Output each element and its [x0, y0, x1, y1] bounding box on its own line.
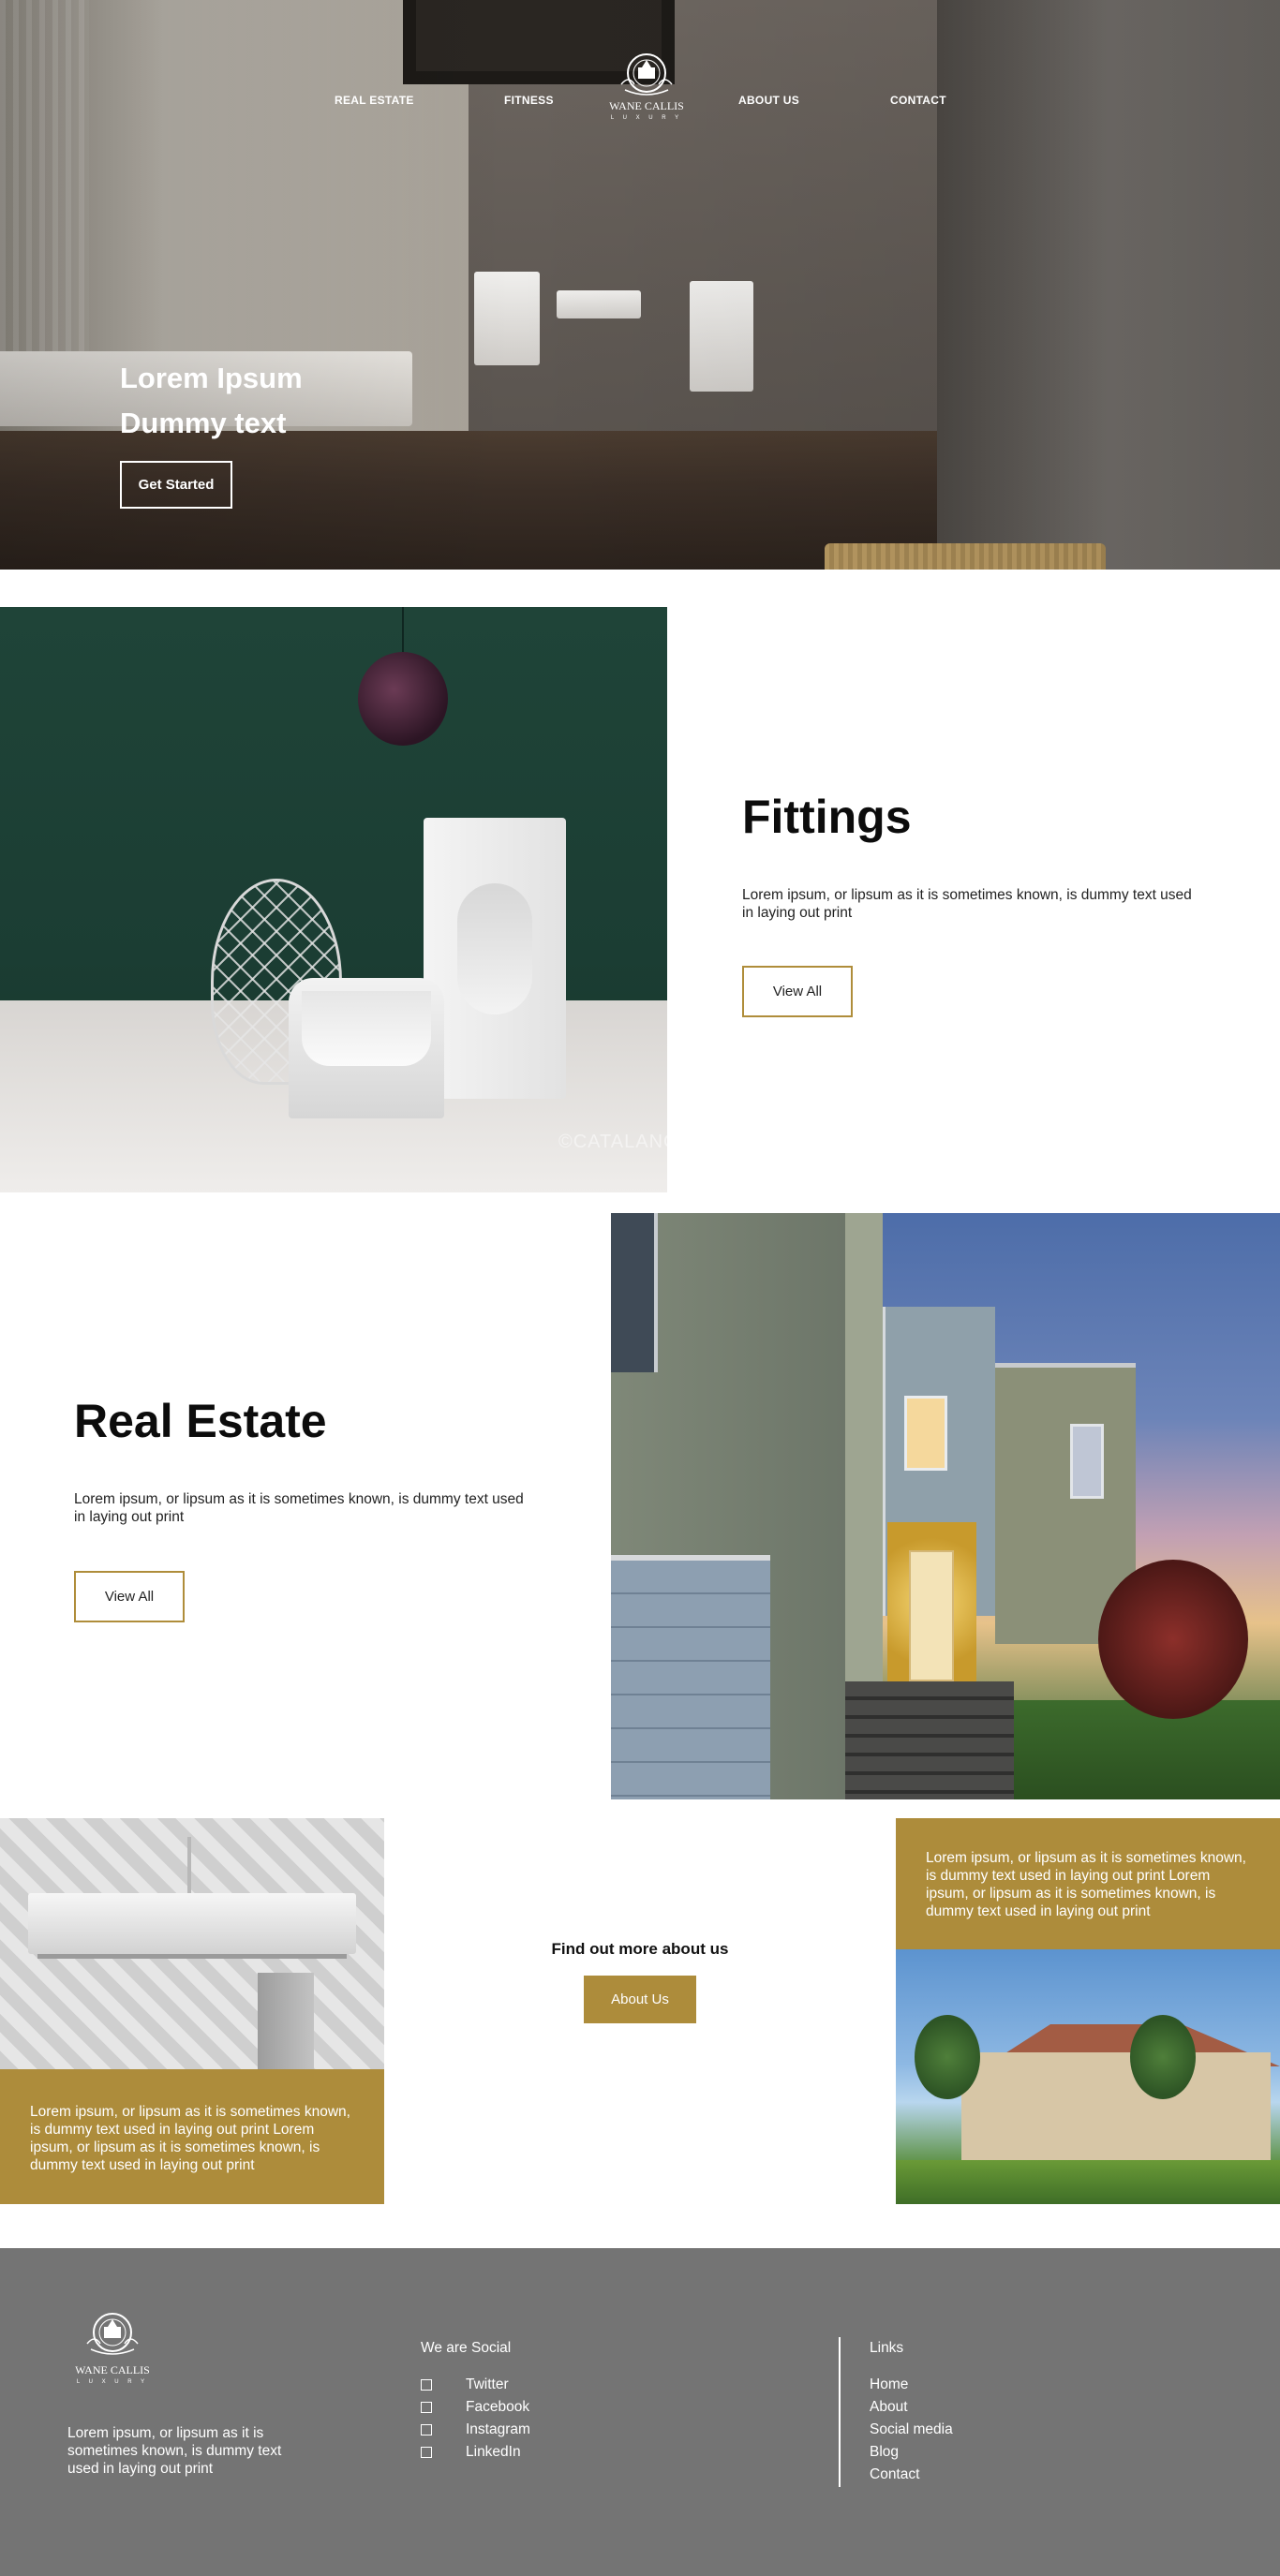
hero-section: REAL ESTATE FITNESS ABOUT US CONTACT WAN… [0, 0, 1280, 570]
facebook-icon [421, 2402, 432, 2413]
social-item-instagram[interactable]: Instagram [421, 2419, 530, 2441]
house-window-frame [611, 1213, 658, 1372]
promo-right-card: Lorem ipsum, or lipsum as it is sometime… [896, 1818, 1280, 1949]
low-washbasin [289, 978, 444, 1118]
promo-right-text: Lorem ipsum, or lipsum as it is sometime… [926, 1850, 1246, 1919]
footer-about-text: Lorem ipsum, or lipsum as it is sometime… [67, 2425, 282, 2477]
social-item-twitter[interactable]: Twitter [421, 2374, 530, 2396]
entrance-steps [845, 1681, 1014, 1799]
bathroom-sink-image [0, 1818, 384, 2069]
brand-name: WANE CALLIS [609, 99, 684, 112]
real-estate-title: Real Estate [74, 1395, 327, 1447]
garage-door [611, 1555, 770, 1799]
links-title: Links [870, 2340, 904, 2356]
sink [28, 1893, 356, 1954]
footer-brand-name: WANE CALLIS [75, 2363, 150, 2376]
about-us-button[interactable]: About Us [584, 1976, 696, 2023]
instagram-icon [421, 2424, 432, 2435]
social-item-facebook[interactable]: Facebook [421, 2396, 530, 2419]
image-watermark: ©CATALANO [558, 1132, 667, 1152]
linkedin-icon [421, 2447, 432, 2458]
nav-real-estate[interactable]: REAL ESTATE [335, 94, 414, 107]
tall-washbasin [424, 818, 566, 1099]
hero-title-line2: Dummy text [120, 407, 287, 439]
pendant-lamp [358, 652, 448, 746]
hero-title-line1: Lorem Ipsum [120, 362, 303, 394]
fittings-text: Lorem ipsum, or lipsum as it is sometime… [742, 887, 1192, 921]
hedge [896, 2160, 1280, 2204]
get-started-button[interactable]: Get Started [120, 461, 232, 509]
about-cta-title: Find out more about us [551, 1940, 729, 1958]
villa-image [896, 1949, 1280, 2204]
social-title: We are Social [421, 2340, 512, 2356]
lawn [1005, 1700, 1280, 1799]
fittings-image: ©CATALANO [0, 607, 667, 1192]
footer-divider [839, 2337, 841, 2487]
towel [258, 1973, 314, 2069]
footer-link-blog[interactable]: Blog [870, 2441, 953, 2464]
social-label: Facebook [466, 2399, 530, 2415]
nav-contact[interactable]: CONTACT [890, 94, 946, 107]
front-door [909, 1550, 954, 1681]
twitter-icon [421, 2379, 432, 2391]
hero-title: Lorem Ipsum Dummy text [120, 356, 303, 446]
fittings-view-all-button[interactable]: View All [742, 966, 853, 1017]
real-estate-image [611, 1213, 1280, 1799]
footer-link-contact[interactable]: Contact [870, 2464, 953, 2486]
social-item-linkedin[interactable]: LinkedIn [421, 2441, 530, 2464]
brand-tagline: L U X U R Y [610, 115, 683, 121]
footer: WANE CALLIS L U X U R Y Lorem ipsum, or … [0, 2248, 1280, 2576]
towel-rail [37, 1954, 347, 1959]
fittings-title: Fittings [742, 791, 912, 843]
brand-logo[interactable]: WANE CALLIS L U X U R Y [604, 47, 689, 127]
real-estate-view-all-button[interactable]: View All [74, 1571, 185, 1622]
footer-link-about[interactable]: About [870, 2396, 953, 2419]
promo-left-card: Lorem ipsum, or lipsum as it is sometime… [0, 2069, 384, 2204]
palm-tree [1130, 2015, 1196, 2099]
lamp-cord [402, 607, 404, 654]
social-label: Instagram [466, 2421, 530, 2437]
footer-link-social-media[interactable]: Social media [870, 2419, 953, 2441]
footer-links: Home About Social media Blog Contact [870, 2374, 953, 2486]
palm-tree [915, 2015, 980, 2099]
footer-link-home[interactable]: Home [870, 2374, 953, 2396]
promo-left-text: Lorem ipsum, or lipsum as it is sometime… [30, 2104, 350, 2173]
crest-icon [86, 2313, 139, 2355]
tree [1098, 1560, 1248, 1719]
footer-logo[interactable]: WANE CALLIS L U X U R Y [67, 2306, 157, 2385]
nav-fitness[interactable]: FITNESS [504, 94, 554, 107]
villa [961, 2052, 1271, 2169]
social-label: LinkedIn [466, 2444, 521, 2460]
nav-about-us[interactable]: ABOUT US [738, 94, 799, 107]
crest-icon [620, 53, 673, 96]
social-label: Twitter [466, 2376, 509, 2392]
footer-brand-tagline: L U X U R Y [76, 2379, 149, 2385]
social-list: Twitter Facebook Instagram LinkedIn [421, 2374, 530, 2464]
real-estate-text: Lorem ipsum, or lipsum as it is sometime… [74, 1491, 524, 1525]
